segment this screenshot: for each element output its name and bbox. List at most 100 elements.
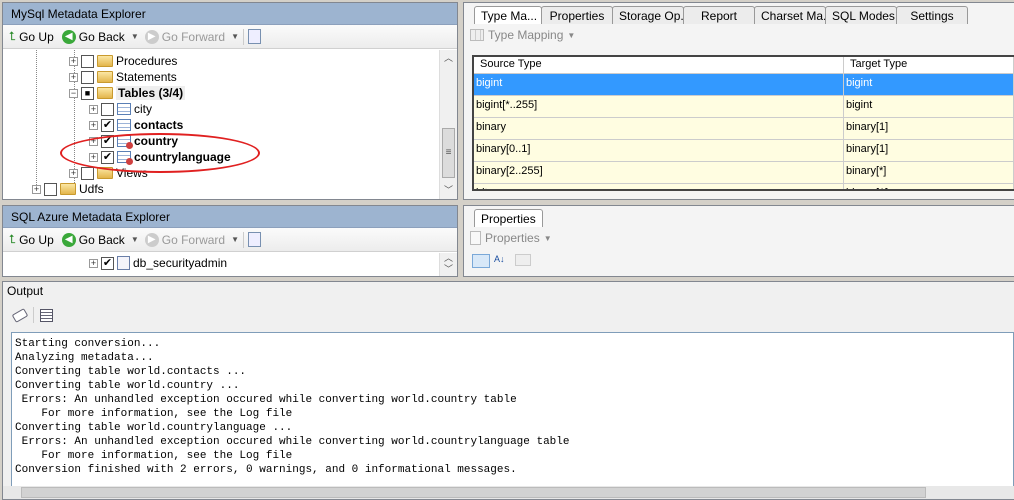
expand-icon[interactable]: + (69, 72, 78, 82)
source-type-cell[interactable]: bigint (474, 74, 844, 95)
vertical-scrollbar[interactable]: ︿ ﹀ (439, 253, 457, 276)
source-type-cell[interactable]: bigint[*..255] (474, 96, 844, 117)
role-icon (117, 256, 130, 270)
tree-node-procedures[interactable]: + Procedures (69, 53, 177, 69)
tab-type-mapping[interactable]: Type Ma... (474, 6, 542, 24)
tree-node-city[interactable]: + city (89, 101, 152, 117)
node-label: Statements (116, 70, 177, 84)
scroll-thumb[interactable]: ≡ (442, 128, 455, 178)
output-line: Starting conversion... (15, 338, 161, 350)
categorized-icon[interactable] (472, 254, 490, 268)
properties-pane: Properties Properties ▼ A↓ (463, 205, 1014, 277)
go-forward-button[interactable]: ▶ Go Forward (143, 232, 227, 247)
panel-title: SQL Azure Metadata Explorer (3, 206, 457, 228)
checkbox-checked[interactable]: ✔ (101, 118, 114, 132)
collapse-icon[interactable]: − (69, 88, 78, 98)
column-header-target-type[interactable]: Target Type (844, 57, 1014, 73)
target-type-cell[interactable]: bigint (844, 74, 1014, 95)
tree-node-contacts[interactable]: + ✔ contacts (89, 117, 183, 133)
alphabetical-icon[interactable]: A↓ (494, 254, 505, 268)
source-type-cell[interactable]: bit (474, 184, 844, 189)
tab-properties[interactable]: Properties (541, 6, 613, 24)
checkbox[interactable] (81, 166, 94, 180)
expand-icon[interactable]: + (89, 104, 98, 114)
checkbox-partial[interactable]: ■ (81, 86, 94, 100)
folder-icon (97, 87, 113, 99)
target-type-cell[interactable]: binary[1] (844, 118, 1014, 139)
grid-icon (470, 29, 484, 41)
checkbox[interactable] (81, 54, 94, 68)
expand-icon[interactable]: + (69, 168, 78, 178)
go-back-button[interactable]: ◀ Go Back (60, 232, 127, 247)
scroll-down-icon[interactable]: ﹀ (440, 264, 457, 275)
tab-report[interactable]: Report (683, 6, 755, 24)
vertical-scrollbar[interactable]: ︿ ≡ ﹀ (439, 50, 457, 199)
grid-row[interactable]: binary binary[1] (474, 118, 1014, 140)
go-back-label: Go Back (78, 29, 125, 44)
target-type-cell[interactable]: bigint (844, 96, 1014, 117)
expand-icon[interactable]: + (89, 120, 98, 130)
type-mapping-dropdown[interactable]: Type Mapping ▼ (470, 28, 575, 42)
mysql-tree: + Procedures + Statements − ■ Tables (3/4) +… (3, 50, 439, 199)
grid-row[interactable]: bitbinary[1] (474, 184, 1014, 189)
expand-icon[interactable]: + (32, 184, 41, 194)
scroll-up-icon[interactable]: ︿ (440, 253, 457, 264)
grid-row[interactable]: binary[2..255] binary[*] (474, 162, 1014, 184)
source-type-cell[interactable]: binary[0..1] (474, 140, 844, 161)
target-type-cell[interactable]: binary[1] (844, 140, 1014, 161)
tab-storage-options[interactable]: Storage Op... (612, 6, 690, 24)
azure-tree: + ✔ db_securityadmin (3, 253, 439, 276)
checkbox[interactable] (101, 102, 114, 116)
word-wrap-icon[interactable] (40, 308, 53, 322)
target-type-cell[interactable]: binary[1] (844, 184, 1014, 189)
grid-row[interactable]: bigint[*..255] bigint (474, 96, 1014, 118)
tree-node-db-securityadmin[interactable]: + ✔ db_securityadmin (89, 255, 227, 271)
target-type-cell[interactable]: binary[*] (844, 162, 1014, 183)
output-line: Converting table world.countrylanguage .… (15, 422, 293, 434)
scroll-thumb[interactable] (21, 487, 926, 498)
column-header-source-type[interactable]: Source Type (474, 57, 844, 73)
checklist-icon[interactable] (248, 232, 262, 247)
go-up-button[interactable]: ⮤ Go Up (7, 232, 56, 247)
source-type-cell[interactable]: binary[2..255] (474, 162, 844, 183)
back-arrow-icon: ◀ (61, 232, 76, 247)
clear-eraser-icon[interactable] (11, 307, 29, 323)
expand-icon[interactable]: + (89, 258, 98, 268)
table-icon (117, 103, 131, 115)
go-up-icon: ⮤ (9, 232, 17, 246)
tree-node-statements[interactable]: + Statements (69, 69, 177, 85)
grid-row[interactable]: bigint bigint (474, 74, 1014, 96)
checklist-icon[interactable] (248, 29, 262, 44)
output-line: Converting table world.country ... (15, 380, 240, 392)
back-arrow-icon: ◀ (61, 29, 76, 44)
tree-node-udfs[interactable]: + Udfs (32, 181, 104, 197)
source-type-cell[interactable]: binary (474, 118, 844, 139)
checkbox-checked[interactable]: ✔ (101, 256, 114, 270)
checkbox[interactable] (44, 182, 57, 196)
grid-row[interactable]: binary[0..1] binary[1] (474, 140, 1014, 162)
tab-charset-mapping[interactable]: Charset Ma... (754, 6, 833, 24)
go-up-button[interactable]: ⮤ Go Up (7, 29, 56, 44)
expand-icon[interactable]: + (69, 56, 78, 66)
output-text[interactable]: Starting conversion... Analyzing metadata… (11, 332, 1014, 487)
go-back-dropdown-icon[interactable]: ▼ (131, 235, 139, 244)
tree-node-tables[interactable]: − ■ Tables (3/4) (69, 85, 186, 101)
go-back-dropdown-icon[interactable]: ▼ (131, 32, 139, 41)
tab-properties[interactable]: Properties (474, 209, 543, 227)
checkbox[interactable] (81, 70, 94, 84)
horizontal-scrollbar[interactable] (3, 486, 1014, 499)
scroll-up-icon[interactable]: ︿ (440, 50, 457, 67)
tab-sql-modes[interactable]: SQL Modes (825, 6, 897, 24)
property-pages-icon[interactable] (514, 254, 531, 266)
go-forward-dropdown-icon[interactable]: ▼ (231, 235, 239, 244)
properties-dropdown[interactable]: Properties ▼ (470, 231, 552, 245)
tab-settings[interactable]: Settings (896, 6, 968, 24)
go-back-button[interactable]: ◀ Go Back (60, 29, 127, 44)
folder-icon (97, 71, 113, 83)
go-forward-dropdown-icon[interactable]: ▼ (231, 32, 239, 41)
scroll-down-icon[interactable]: ﹀ (440, 182, 457, 199)
output-line: Converting table world.contacts ... (15, 366, 247, 378)
panel-title: MySql Metadata Explorer (3, 3, 457, 25)
forward-arrow-icon: ▶ (144, 232, 159, 247)
go-forward-button[interactable]: ▶ Go Forward (143, 29, 227, 44)
